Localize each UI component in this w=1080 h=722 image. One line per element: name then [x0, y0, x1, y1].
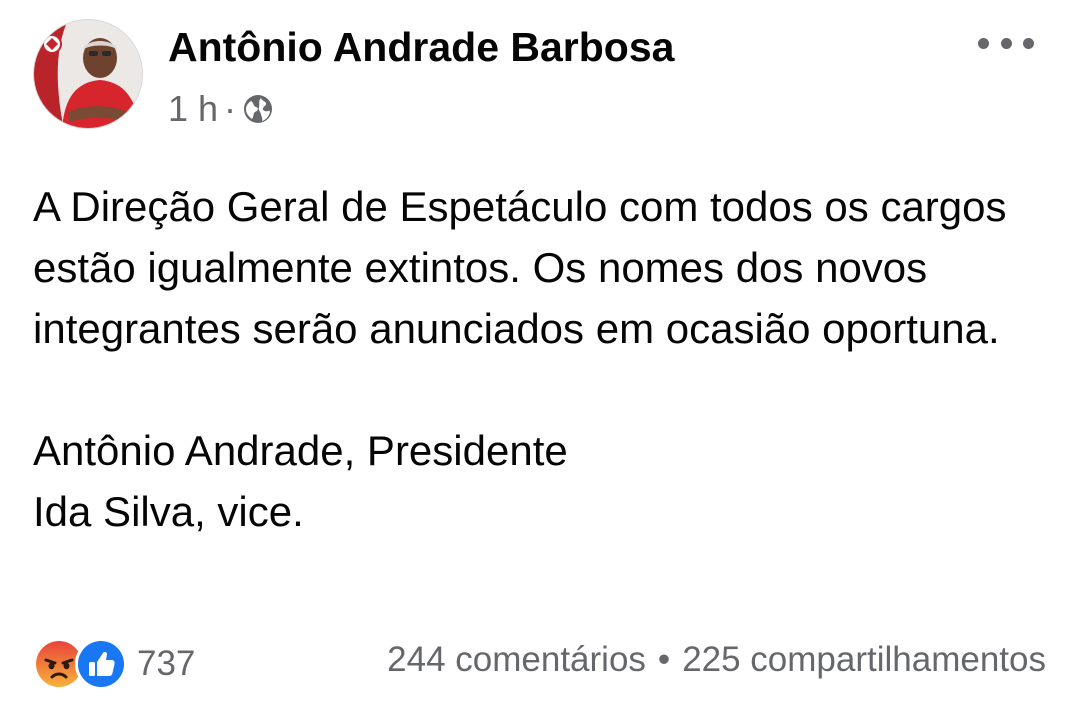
meta-separator: · [224, 88, 237, 129]
reaction-count: 737 [137, 644, 196, 683]
post-signature-line: Antônio Andrade, Presidente [33, 427, 568, 474]
post-body: A Direção Geral de Espetáculo com todos … [33, 176, 1043, 542]
post-paragraph: A Direção Geral de Espetáculo com todos … [33, 183, 1007, 352]
globe-icon [242, 93, 274, 125]
comments-count-link[interactable]: 244 comentários [387, 640, 646, 680]
post-meta: 1 h · [168, 87, 274, 131]
post-signature-line: Ida Silva, vice. [33, 488, 304, 535]
like-reaction-icon [75, 638, 127, 690]
more-dot [1000, 37, 1012, 49]
more-options-icon[interactable] [978, 28, 1034, 58]
more-dot [1023, 37, 1034, 49]
author-name[interactable]: Antônio Andrade Barbosa [168, 24, 674, 71]
shares-count-link[interactable]: 225 compartilhamentos [682, 640, 1046, 680]
more-dot [978, 37, 989, 49]
author-avatar[interactable] [33, 19, 143, 129]
reactions-summary[interactable]: 737 [33, 638, 195, 690]
post-timestamp[interactable]: 1 h [168, 88, 218, 130]
avatar-photo [34, 20, 142, 128]
facebook-post: Antônio Andrade Barbosa 1 h · A Direção … [0, 0, 1080, 722]
engagement-stats: 244 comentários • 225 compartilhamentos [387, 640, 1046, 680]
stats-separator: • [657, 640, 671, 679]
